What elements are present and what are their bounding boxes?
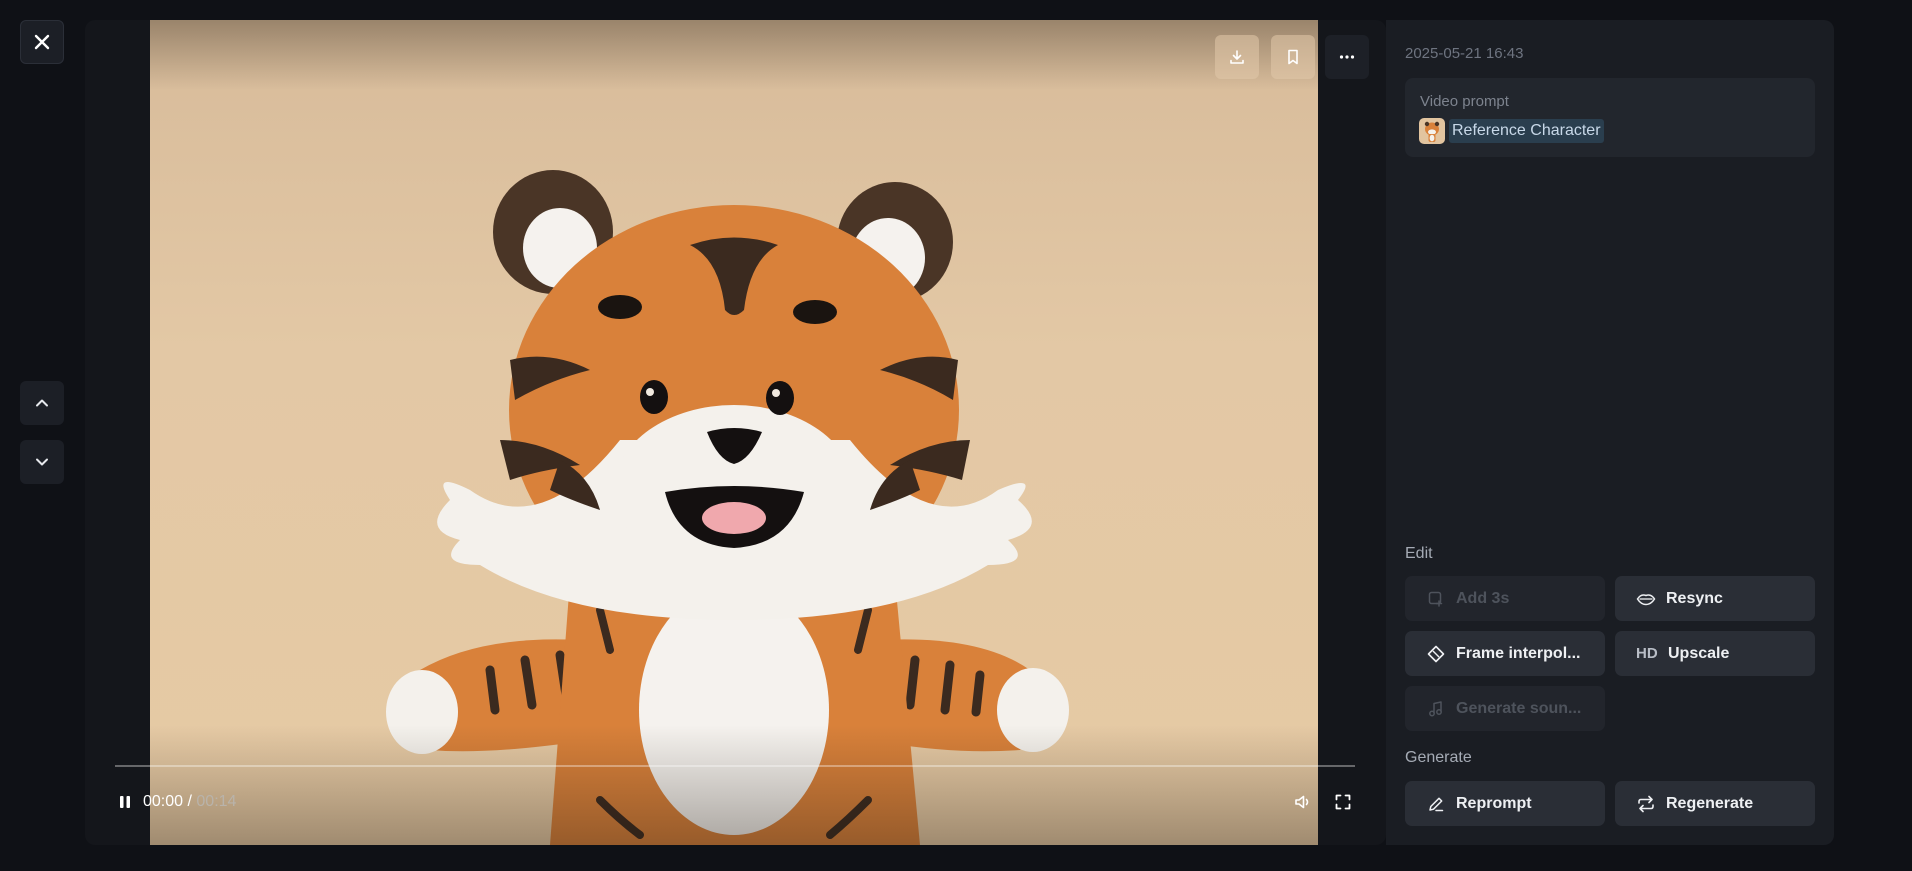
pause-button[interactable] [115, 792, 135, 812]
bookmark-button[interactable] [1271, 35, 1315, 79]
player-controls: 00:00 / 00:14 [115, 790, 1355, 814]
repeat-icon [1636, 794, 1656, 814]
tiger-thumbnail-icon [1424, 121, 1440, 142]
music-icon [1426, 699, 1446, 719]
resync-label: Resync [1666, 589, 1723, 607]
diamond-icon [1426, 644, 1446, 664]
edit-section-label: Edit [1405, 545, 1433, 562]
frame-interpolation-button[interactable]: Frame interpol... [1405, 631, 1605, 676]
video-bottom-shade [150, 725, 1318, 845]
video-prompt-card: Video prompt Reference Character [1405, 78, 1815, 157]
frame-interpolation-label: Frame interpol... [1456, 644, 1581, 662]
add-clip-icon [1426, 589, 1446, 609]
more-icon [1339, 55, 1355, 59]
generate-sound-button[interactable]: Generate soun... [1405, 686, 1605, 731]
generate-section-label: Generate [1405, 749, 1472, 766]
generate-sound-label: Generate soun... [1456, 699, 1582, 717]
playback-time: 00:00 / 00:14 [143, 793, 236, 811]
created-timestamp: 2025-05-21 16:43 [1405, 45, 1524, 62]
fullscreen-button[interactable] [1331, 790, 1355, 814]
next-item-button[interactable] [20, 440, 64, 484]
add-3s-label: Add 3s [1456, 589, 1510, 607]
regenerate-button[interactable]: Regenerate [1615, 781, 1815, 826]
more-options-button[interactable] [1325, 35, 1369, 79]
download-button[interactable] [1215, 35, 1259, 79]
speaker-icon [1295, 795, 1309, 809]
download-icon [1230, 50, 1244, 64]
pencil-icon [1426, 794, 1446, 814]
reprompt-label: Reprompt [1456, 794, 1532, 812]
volume-button[interactable] [1291, 790, 1315, 814]
fullscreen-icon [1335, 794, 1351, 810]
lips-icon [1636, 589, 1656, 609]
previous-item-button[interactable] [20, 381, 64, 425]
reprompt-button[interactable]: Reprompt [1405, 781, 1605, 826]
reference-thumbnail [1419, 118, 1445, 144]
video-top-shade [150, 20, 1318, 90]
resync-button[interactable]: Resync [1615, 576, 1815, 621]
reference-character-chip[interactable]: Reference Character [1419, 117, 1607, 145]
tiger-figurine-image [386, 170, 1069, 845]
duration: 00:14 [196, 793, 237, 810]
regenerate-label: Regenerate [1666, 794, 1754, 812]
hd-icon: HD [1636, 645, 1658, 662]
chevron-down-icon [36, 458, 48, 466]
video-viewer: 00:00 / 00:14 [85, 20, 1386, 845]
video-frame[interactable] [150, 20, 1318, 845]
chevron-up-icon [36, 399, 48, 407]
upscale-label: Upscale [1668, 644, 1730, 662]
upscale-button[interactable]: HD Upscale [1615, 631, 1815, 676]
bookmark-icon [1288, 49, 1298, 65]
close-button[interactable] [20, 20, 64, 64]
video-prompt-label: Video prompt [1420, 93, 1509, 110]
add-3s-button[interactable]: Add 3s [1405, 576, 1605, 621]
current-time: 00:00 / [143, 793, 192, 810]
details-panel: 2025-05-21 16:43 Video prompt Reference … [1386, 20, 1834, 845]
video-progress-bar[interactable] [115, 765, 1355, 767]
reference-character-label: Reference Character [1449, 119, 1604, 143]
close-icon [34, 34, 50, 50]
pause-icon [120, 796, 130, 808]
